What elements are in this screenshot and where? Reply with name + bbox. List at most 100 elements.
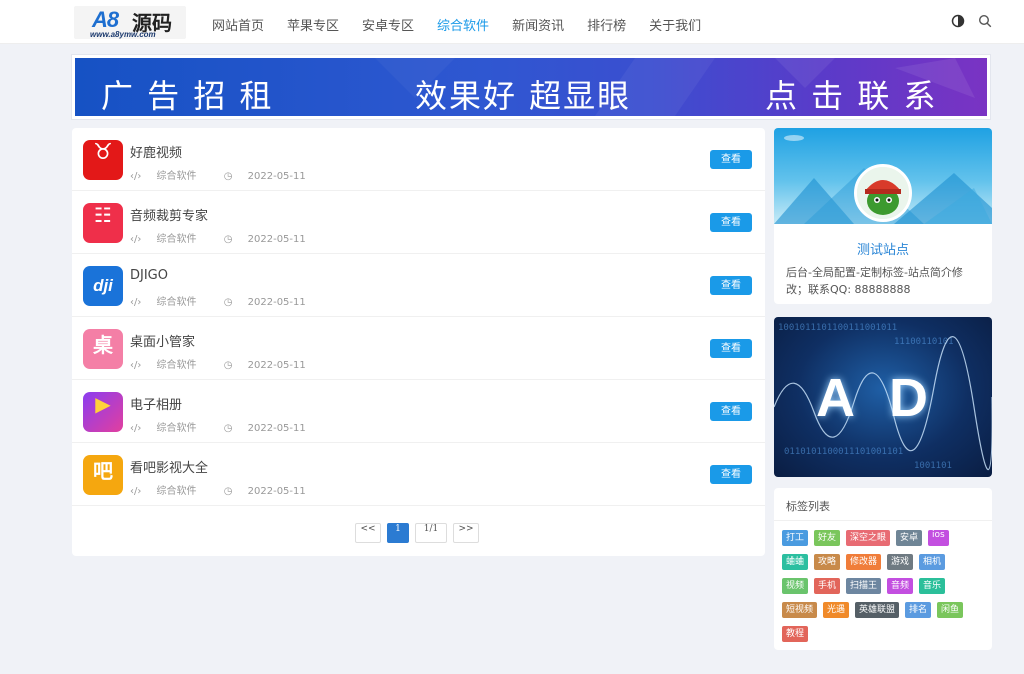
logo-url: www.a8ymw.com	[90, 30, 156, 39]
tag-item[interactable]: 音乐	[919, 578, 946, 594]
tag-item[interactable]: 短视频	[782, 602, 818, 618]
page-1-button[interactable]: 1	[387, 523, 409, 543]
tag-item[interactable]: 视频	[782, 578, 809, 594]
category-label: ‹/› 综合软件	[130, 171, 197, 182]
date-label: ◷ 2022-05-11	[223, 297, 306, 308]
view-button[interactable]: 查看	[710, 402, 752, 421]
date-label: ◷ 2022-05-11	[223, 171, 306, 182]
avatar-icon	[857, 167, 909, 219]
prev-page-button[interactable]: <<	[355, 523, 381, 543]
nav-item-android[interactable]: 安卓专区	[362, 15, 414, 34]
code-icon: ‹/›	[130, 297, 145, 308]
page-count: 1/1	[415, 523, 447, 543]
photo-album-icon: ▶	[83, 392, 123, 432]
site-header: A8 源码 www.a8ymw.com 网站首页 苹果专区 安卓专区 综合软件 …	[0, 0, 1024, 44]
clock-icon: ◷	[223, 486, 236, 497]
nav-item-home[interactable]: 网站首页	[212, 15, 264, 34]
tag-list-card: 标签列表 打工 好友 深空之眼 安卓 ios 蛐蛐 攻略 修改器 游戏 相机视频 手机 扫描王 音频 音乐…	[774, 488, 992, 650]
nav-item-ranking[interactable]: 排行榜	[587, 15, 626, 34]
kanba-icon: 吧	[83, 455, 123, 495]
tag-item[interactable]: 扫描王	[846, 578, 882, 594]
next-page-button[interactable]: >>	[453, 523, 479, 543]
list-item[interactable]: 桌 桌面小管家 ‹/› 综合软件 ◷ 2022-05-11 查看	[72, 317, 765, 380]
search-icon[interactable]	[978, 14, 992, 28]
tag-list-title: 标签列表	[786, 500, 830, 513]
ad-text: AD	[816, 368, 962, 428]
app-meta: ‹/› 综合软件 ◷ 2022-05-11	[130, 356, 330, 371]
ad-card[interactable]: 1001011101100111001011 01101011000111010…	[774, 317, 992, 477]
list-item[interactable]: ☷ 音频裁剪专家 ‹/› 综合软件 ◷ 2022-05-11 查看	[72, 191, 765, 254]
divider	[774, 520, 992, 521]
date-label: ◷ 2022-05-11	[223, 360, 306, 371]
nav-item-apple[interactable]: 苹果专区	[287, 15, 339, 34]
category-label: ‹/› 综合软件	[130, 423, 197, 434]
list-item[interactable]: dji DJIGO ‹/› 综合软件 ◷ 2022-05-11 查看	[72, 254, 765, 317]
theme-toggle-icon[interactable]	[951, 14, 965, 28]
pagination: << 1 1/1 >>	[355, 523, 485, 543]
tag-item[interactable]: 好友	[814, 530, 841, 546]
view-button[interactable]: 查看	[710, 150, 752, 169]
tag-item[interactable]: 深空之眼	[846, 530, 891, 546]
tag-item[interactable]: ios	[928, 530, 949, 546]
app-meta: ‹/› 综合软件 ◷ 2022-05-11	[130, 230, 330, 245]
category-label: ‹/› 综合软件	[130, 360, 197, 371]
app-name[interactable]: 好鹿视频	[130, 142, 182, 161]
tag-item[interactable]: 打工	[782, 530, 809, 546]
code-icon: ‹/›	[130, 234, 145, 245]
tag-item[interactable]: 攻略	[814, 554, 841, 570]
tag-item[interactable]: 手机	[814, 578, 841, 594]
tag-item[interactable]: 排名	[905, 602, 932, 618]
tag-item[interactable]: 修改器	[846, 554, 882, 570]
app-name[interactable]: 音频裁剪专家	[130, 205, 208, 224]
main-nav: 网站首页 苹果专区 安卓专区 综合软件 新闻资讯 排行榜 关于我们	[212, 15, 724, 34]
tag-item[interactable]: 光遇	[823, 602, 850, 618]
list-item[interactable]: ♉ 好鹿视频 ‹/› 综合软件 ◷ 2022-05-11 查看	[72, 128, 765, 191]
app-name[interactable]: 电子相册	[130, 394, 182, 413]
app-name[interactable]: 看吧影视大全	[130, 457, 208, 476]
view-button[interactable]: 查看	[710, 465, 752, 484]
tag-item[interactable]: 闲鱼	[937, 602, 964, 618]
tag-item[interactable]: 音频	[887, 578, 914, 594]
view-button[interactable]: 查看	[710, 339, 752, 358]
clock-icon: ◷	[223, 297, 236, 308]
site-profile-card: 测试站点 后台-全局配置-定制标签-站点简介修改；联系QQ: 88888888	[774, 128, 992, 304]
view-button[interactable]: 查看	[710, 213, 752, 232]
view-button[interactable]: 查看	[710, 276, 752, 295]
app-name[interactable]: 桌面小管家	[130, 331, 195, 350]
tag-item[interactable]: 蛐蛐	[782, 554, 809, 570]
date-label: ◷ 2022-05-11	[223, 423, 306, 434]
avatar[interactable]	[854, 164, 912, 222]
audio-cut-icon: ☷	[83, 203, 123, 243]
banner-text-rent: 广 告 招 租	[101, 77, 274, 115]
list-item[interactable]: 吧 看吧影视大全 ‹/› 综合软件 ◷ 2022-05-11 查看	[72, 443, 765, 506]
site-logo[interactable]: A8 源码 www.a8ymw.com	[74, 6, 186, 39]
ad-banner[interactable]: 广 告 招 租 效果好 超显眼 点 击 联 系	[72, 55, 990, 119]
deer-video-icon: ♉	[83, 140, 123, 180]
code-icon: ‹/›	[130, 486, 145, 497]
app-name[interactable]: DJIGO	[130, 268, 168, 283]
category-label: ‹/› 综合软件	[130, 297, 197, 308]
nav-item-news[interactable]: 新闻资讯	[512, 15, 564, 34]
tag-item[interactable]: 英雄联盟	[855, 602, 900, 618]
dji-icon: dji	[83, 266, 123, 306]
date-label: ◷ 2022-05-11	[223, 234, 306, 245]
date-label: ◷ 2022-05-11	[223, 486, 306, 497]
banner-text-contact: 点 击 联 系	[765, 77, 938, 115]
code-icon: ‹/›	[130, 360, 145, 371]
app-meta: ‹/› 综合软件 ◷ 2022-05-11	[130, 482, 330, 497]
list-item[interactable]: ▶ 电子相册 ‹/› 综合软件 ◷ 2022-05-11 查看	[72, 380, 765, 443]
tag-item[interactable]: 相机	[919, 554, 946, 570]
clock-icon: ◷	[223, 234, 236, 245]
tag-item[interactable]: 游戏	[887, 554, 914, 570]
app-meta: ‹/› 综合软件 ◷ 2022-05-11	[130, 419, 330, 434]
clock-icon: ◷	[223, 423, 236, 434]
site-name[interactable]: 测试站点	[774, 239, 992, 258]
nav-item-about[interactable]: 关于我们	[649, 15, 701, 34]
code-icon: ‹/›	[130, 423, 145, 434]
app-list: ♉ 好鹿视频 ‹/› 综合软件 ◷ 2022-05-11 查看 ☷ 音频裁剪专家…	[72, 128, 765, 556]
tag-item[interactable]: 安卓	[896, 530, 923, 546]
code-icon: ‹/›	[130, 171, 145, 182]
clock-icon: ◷	[223, 171, 236, 182]
nav-item-software[interactable]: 综合软件	[437, 15, 489, 34]
tag-item[interactable]: 教程	[782, 626, 809, 642]
